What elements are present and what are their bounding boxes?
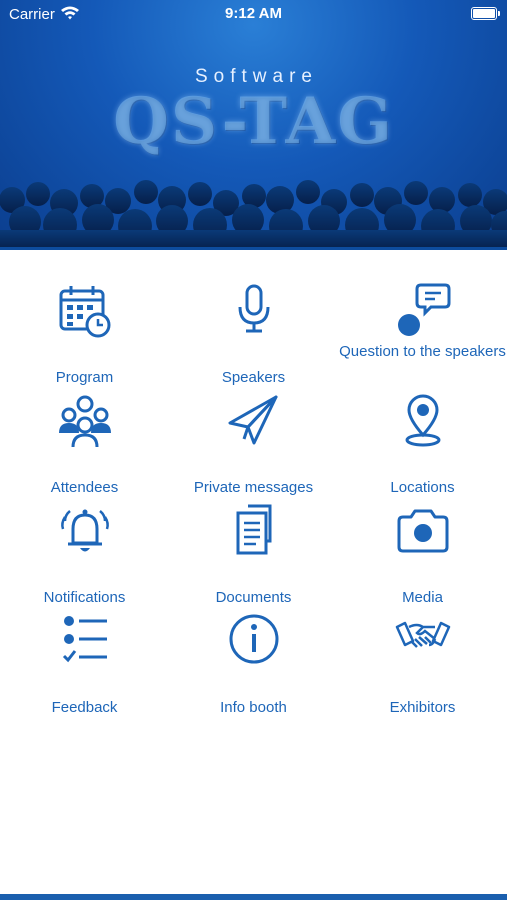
menu-item-locations[interactable]: Locations xyxy=(338,393,507,503)
battery-icon xyxy=(471,7,500,20)
menu-item-notifications[interactable]: Notifications xyxy=(0,503,169,613)
calendar-clock-icon xyxy=(59,286,110,338)
menu-item-label: Exhibitors xyxy=(389,699,456,716)
menu-item-media[interactable]: Media xyxy=(338,503,507,613)
menu-item-speakers[interactable]: Speakers xyxy=(169,283,338,393)
people-icon xyxy=(58,395,111,448)
header-banner: Carrier 9:12 AM Software QS-TAG xyxy=(0,0,507,250)
menu-item-label: Program xyxy=(55,369,114,386)
menu-item-question-to-speakers[interactable]: Question to the speakers xyxy=(338,283,507,393)
bottom-bar xyxy=(0,894,507,900)
menu-item-label: Question to the speakers xyxy=(339,343,506,360)
menu-item-label: Documents xyxy=(215,589,292,606)
menu-item-exhibitors[interactable]: Exhibitors xyxy=(338,613,507,723)
documents-icon xyxy=(236,504,271,555)
menu-item-program[interactable]: Program xyxy=(0,283,169,393)
info-icon xyxy=(229,614,278,664)
menu-item-feedback[interactable]: Feedback xyxy=(0,613,169,723)
microphone-icon xyxy=(238,284,269,333)
menu-item-documents[interactable]: Documents xyxy=(169,503,338,613)
menu-item-private-messages[interactable]: Private messages xyxy=(169,393,338,503)
bell-icon xyxy=(60,509,109,552)
brand-title: QS-TAG xyxy=(113,84,394,159)
menu-item-label: Attendees xyxy=(50,479,119,496)
checklist-icon xyxy=(62,616,107,663)
menu-item-label: Private messages xyxy=(193,479,314,496)
location-pin-icon xyxy=(405,394,440,447)
handshake-icon xyxy=(395,621,450,648)
menu-item-label: Notifications xyxy=(43,589,126,606)
menu-item-attendees[interactable]: Attendees xyxy=(0,393,169,503)
question-chat-icon xyxy=(397,283,450,336)
menu-item-label: Speakers xyxy=(221,369,286,386)
paper-plane-icon xyxy=(228,395,277,445)
menu-item-label: Info booth xyxy=(220,699,287,716)
camera-icon xyxy=(397,509,448,553)
crowd-silhouette xyxy=(0,180,507,250)
menu-item-label: Locations xyxy=(390,479,455,496)
status-time: 9:12 AM xyxy=(225,5,282,22)
menu-item-label: Media xyxy=(402,589,443,606)
menu-item-label: Feedback xyxy=(51,699,118,716)
status-bar: Carrier 9:12 AM xyxy=(0,0,507,30)
menu-item-info-booth[interactable]: Info booth xyxy=(169,613,338,723)
